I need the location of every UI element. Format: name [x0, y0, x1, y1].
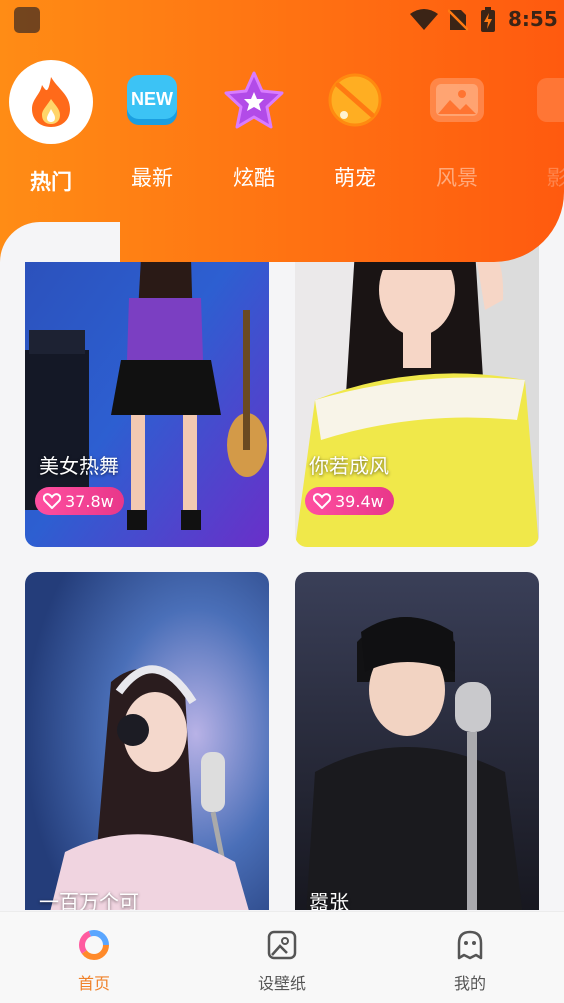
card-title: 一百万个可	[39, 890, 139, 910]
wallpaper-card[interactable]: 你若成风 39.4w	[295, 230, 539, 547]
svg-text:NEW: NEW	[131, 89, 173, 109]
like-count: 39.4w	[335, 491, 384, 511]
tab-latest-label: 最新	[131, 166, 173, 190]
clock: 8:55	[508, 7, 558, 31]
home-ring-icon	[79, 930, 109, 960]
wallpaper-card[interactable]: 美女热舞 37.8w	[25, 230, 269, 547]
landscape-icon	[430, 78, 484, 122]
tab-pets-label: 萌宠	[334, 166, 376, 190]
tab-latest-icon-wrap: NEW	[112, 60, 192, 140]
bottom-nav: 首页 设壁纸 我的	[0, 911, 564, 1003]
like-badge[interactable]: 39.4w	[305, 487, 394, 515]
nav-profile-label: 我的	[453, 974, 486, 993]
thumbnail-microphone-singer	[295, 572, 539, 910]
nav-profile[interactable]: 我的	[410, 928, 530, 994]
new-badge-icon: NEW	[127, 75, 177, 125]
heart-icon	[313, 493, 331, 509]
wifi-icon	[410, 9, 438, 30]
like-badge[interactable]: 37.8w	[35, 487, 124, 515]
star-icon	[224, 71, 284, 129]
tab-hot-label: 热门	[30, 170, 72, 194]
profile-icon	[457, 930, 483, 960]
card-title: 你若成风	[309, 454, 389, 478]
tab-pets-icon-wrap	[315, 60, 395, 140]
flame-icon	[32, 77, 70, 127]
heart-icon	[43, 493, 61, 509]
header: 8:55 热门 NEW 最新 炫酷 萌宠 风景 影	[0, 0, 564, 262]
wallpaper-icon	[267, 930, 297, 960]
tab-latest[interactable]: NEW 最新	[107, 60, 197, 192]
status-bar: 8:55	[0, 0, 564, 40]
nav-set-wallpaper[interactable]: 设壁纸	[222, 928, 342, 994]
nav-set-wallpaper-label: 设壁纸	[257, 974, 306, 993]
battery-charging-icon	[481, 7, 495, 32]
film-icon	[537, 78, 564, 122]
nav-home[interactable]: 首页	[34, 928, 154, 994]
category-tabs: 热门 NEW 最新 炫酷 萌宠 风景 影	[0, 60, 564, 200]
tab-pets[interactable]: 萌宠	[310, 60, 400, 192]
app-notification-icon	[14, 7, 40, 33]
like-count: 37.8w	[65, 491, 114, 511]
card-title: 美女热舞	[39, 454, 119, 478]
tab-film-label: 影	[546, 166, 564, 190]
tab-cool-label: 炫酷	[233, 166, 275, 190]
wallpaper-card[interactable]: 嚣张	[295, 572, 539, 910]
thumbnail-singer-headphones	[25, 572, 269, 910]
tab-scenery[interactable]: 风景	[412, 60, 502, 192]
tab-cool-icon-wrap	[214, 60, 294, 140]
pet-icon	[328, 73, 382, 127]
no-sim-icon	[448, 9, 468, 31]
tab-scenery-icon-wrap	[417, 60, 497, 140]
tab-cool[interactable]: 炫酷	[209, 60, 299, 192]
tab-film-icon-wrap	[517, 60, 564, 140]
wallpaper-card[interactable]: 一百万个可	[25, 572, 269, 910]
nav-home-label: 首页	[77, 974, 110, 993]
tab-scenery-label: 风景	[436, 166, 478, 190]
tab-film[interactable]: 影	[512, 60, 564, 192]
tab-hot-icon-bg	[9, 60, 93, 144]
card-title: 嚣张	[309, 890, 349, 910]
tab-hot[interactable]: 热门	[6, 60, 96, 196]
wallpaper-grid: 美女热舞 37.8w 你若成风 39.4w 一百万个可 嚣张	[0, 230, 564, 910]
